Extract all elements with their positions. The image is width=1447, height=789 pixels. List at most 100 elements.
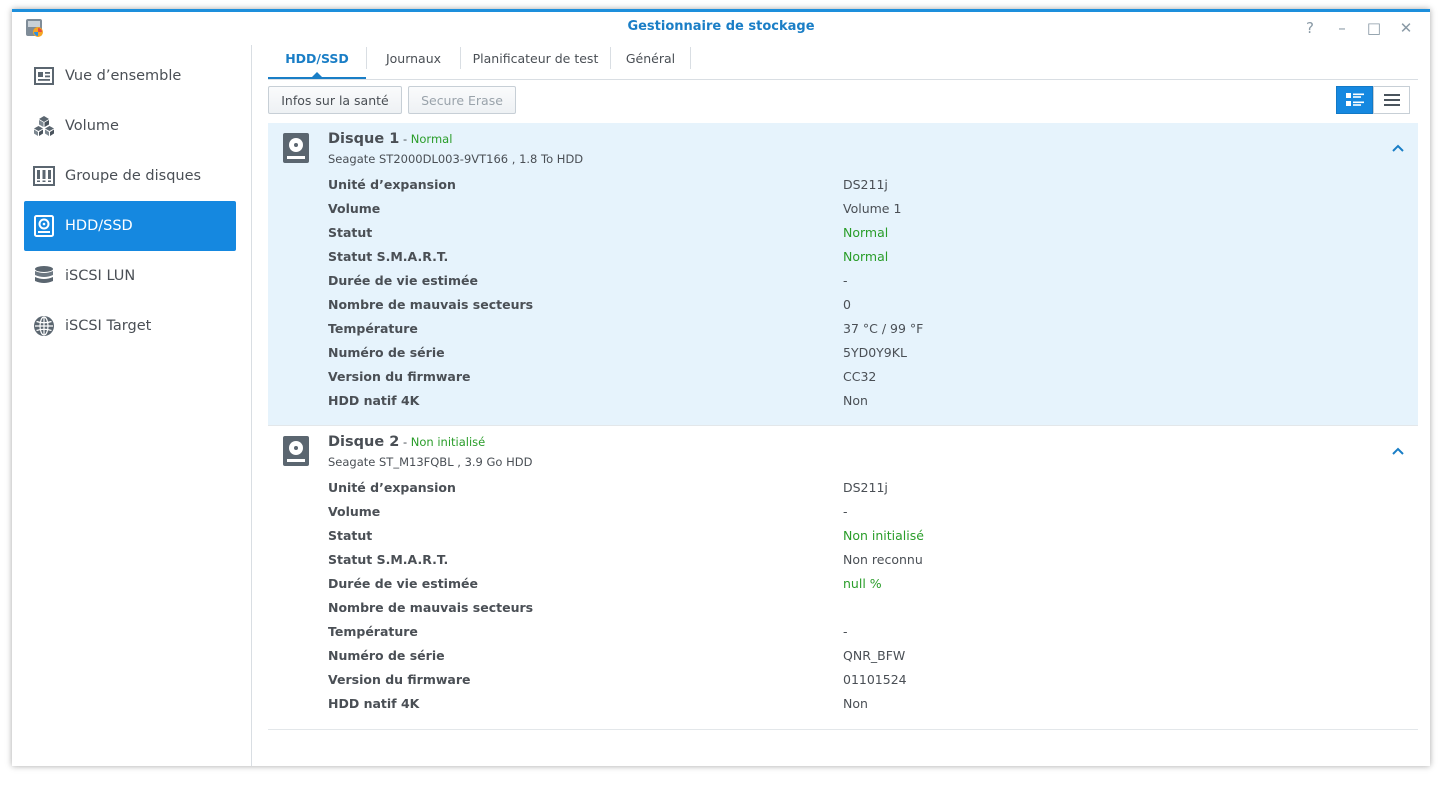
sidebar-item-disk-group[interactable]: Groupe de disques — [24, 151, 236, 201]
disk-status: Normal — [410, 132, 453, 146]
disk-name: Disque 2 — [328, 434, 400, 450]
detail-row: HDD natif 4K Non — [328, 694, 1418, 718]
sidebar-item-iscsi-lun[interactable]: iSCSI LUN — [24, 251, 236, 301]
tab-separator — [690, 47, 691, 69]
sidebar-item-iscsi-target[interactable]: iSCSI Target — [24, 301, 236, 351]
detail-row: Version du firmware CC32 — [328, 367, 1418, 391]
detail-key: Nombre de mauvais secteurs — [328, 600, 534, 615]
detail-row: HDD natif 4K Non — [328, 391, 1418, 415]
minimize-button[interactable]: – — [1332, 18, 1352, 38]
detail-key: Température — [328, 624, 418, 639]
detail-row: Statut S.M.A.R.T. Normal — [328, 247, 1418, 271]
detail-key: Version du firmware — [328, 369, 471, 384]
disk-header: Disque 2 - Non initialisé Seagate ST_M13… — [328, 431, 532, 469]
detail-row: Version du firmware 01101524 — [328, 670, 1418, 694]
title-bar: Gestionnaire de stockage ? – □ ✕ — [12, 12, 1430, 45]
sidebar-item-label: Volume — [65, 118, 119, 134]
detail-row: Durée de vie estimée - — [328, 271, 1418, 295]
active-tab-underline — [268, 77, 366, 79]
help-button[interactable]: ? — [1300, 18, 1320, 38]
detail-value: QNR_BFW — [843, 648, 906, 663]
disk-header: Disque 1 - Normal Seagate ST2000DL003-9V… — [328, 128, 583, 166]
detail-value: Normal — [843, 249, 889, 264]
detail-value: Non — [843, 696, 868, 711]
sidebar-item-label: Groupe de disques — [65, 168, 202, 184]
detail-value: Non initialisé — [843, 528, 924, 543]
collapse-chevron-up-icon[interactable] — [1390, 444, 1406, 460]
main-panel: HDD/SSD Journaux Planificateur de test G… — [252, 45, 1430, 766]
detail-key: Statut — [328, 225, 373, 240]
detail-row: Durée de vie estimée null % — [328, 574, 1418, 598]
detail-row: Nombre de mauvais secteurs 0 — [328, 295, 1418, 319]
cubes-icon — [33, 115, 55, 137]
detail-value: 37 °C / 99 °F — [843, 321, 924, 336]
disk-card[interactable]: Disque 1 - Normal Seagate ST2000DL003-9V… — [268, 123, 1418, 426]
sidebar-item-hdd-ssd[interactable]: HDD/SSD — [24, 201, 236, 251]
detail-row: Statut Normal — [328, 223, 1418, 247]
tab-test-scheduler[interactable]: Planificateur de test — [461, 45, 610, 73]
detail-value: 01101524 — [843, 672, 907, 687]
disk-name: Disque 1 — [328, 131, 400, 147]
detail-value: null % — [843, 576, 882, 591]
sidebar-item-label: iSCSI LUN — [65, 268, 136, 284]
detail-key: Température — [328, 321, 418, 336]
detail-value: - — [843, 273, 848, 288]
detail-key: Unité d’expansion — [328, 480, 456, 495]
disk-model: Seagate ST2000DL003-9VT166 , 1.8 To HDD — [328, 152, 584, 166]
detail-key: Unité d’expansion — [328, 177, 456, 192]
tab-bar: HDD/SSD Journaux Planificateur de test G… — [268, 45, 1418, 80]
detail-key: HDD natif 4K — [328, 696, 420, 711]
list-icon — [1383, 94, 1400, 106]
detail-value: Normal — [843, 225, 889, 240]
list-view-toggle[interactable] — [1373, 86, 1410, 114]
detail-key: Statut S.M.A.R.T. — [328, 552, 449, 567]
disk-details: Unité d’expansion DS211j Volume Volume 1 S… — [328, 175, 1418, 415]
sidebar-item-volume[interactable]: Volume — [24, 101, 236, 151]
disk-group-icon — [33, 165, 55, 187]
detail-value: Volume 1 — [843, 201, 902, 216]
collapse-chevron-up-icon[interactable] — [1390, 141, 1406, 157]
detail-key: Numéro de série — [328, 345, 445, 360]
detail-value: 0 — [843, 297, 851, 312]
detail-list-icon — [1345, 93, 1364, 106]
hard-disk-icon — [283, 436, 309, 466]
detail-value: Non — [843, 393, 868, 408]
detail-row: Numéro de série 5YD0Y9KL — [328, 343, 1418, 367]
disk-card[interactable]: Disque 2 - Non initialisé Seagate ST_M13… — [268, 426, 1418, 730]
detail-value: 5YD0Y9KL — [843, 345, 907, 360]
detail-value: - — [843, 624, 848, 639]
sidebar-item-label: Vue d’ensemble — [65, 68, 182, 84]
disk-status: Non initialisé — [410, 435, 486, 449]
sidebar: Vue d’ensemble Volume Groupe de disques … — [12, 45, 252, 766]
tab-journaux[interactable]: Journaux — [367, 45, 460, 73]
detail-value: DS211j — [843, 480, 888, 495]
tab-hdd-ssd[interactable]: HDD/SSD — [268, 45, 366, 73]
sidebar-item-label: HDD/SSD — [65, 218, 133, 234]
detail-row: Statut S.M.A.R.T. Non reconnu — [328, 550, 1418, 574]
detail-value: - — [843, 504, 848, 519]
detail-key: Durée de vie estimée — [328, 576, 478, 591]
disk-details: Unité d’expansion DS211j Volume - Statut No… — [328, 478, 1418, 718]
disk-model: Seagate ST_M13FQBL , 3.9 Go HDD — [328, 455, 533, 469]
detail-value: DS211j — [843, 177, 888, 192]
globe-icon — [33, 315, 55, 337]
health-info-button[interactable]: Infos sur la santé — [268, 86, 402, 114]
detail-row: Volume Volume 1 — [328, 199, 1418, 223]
disk-list: Disque 1 - Normal Seagate ST2000DL003-9V… — [268, 123, 1418, 730]
secure-erase-button[interactable]: Secure Erase — [408, 86, 516, 114]
detail-row: Numéro de série QNR_BFW — [328, 646, 1418, 670]
detail-row: Unité d’expansion DS211j — [328, 175, 1418, 199]
detail-key: Volume — [328, 504, 381, 519]
disk-separator: - — [399, 435, 411, 449]
detail-key: Version du firmware — [328, 672, 471, 687]
hard-disk-icon — [283, 133, 309, 163]
detail-key: Volume — [328, 201, 381, 216]
tab-general[interactable]: Général — [611, 45, 690, 73]
maximize-button[interactable]: □ — [1364, 18, 1384, 38]
sidebar-item-overview[interactable]: Vue d’ensemble — [24, 51, 236, 101]
close-button[interactable]: ✕ — [1396, 18, 1416, 38]
detail-value: CC32 — [843, 369, 877, 384]
detail-view-toggle[interactable] — [1336, 86, 1373, 114]
detail-row: Unité d’expansion DS211j — [328, 478, 1418, 502]
detail-row: Température - — [328, 622, 1418, 646]
